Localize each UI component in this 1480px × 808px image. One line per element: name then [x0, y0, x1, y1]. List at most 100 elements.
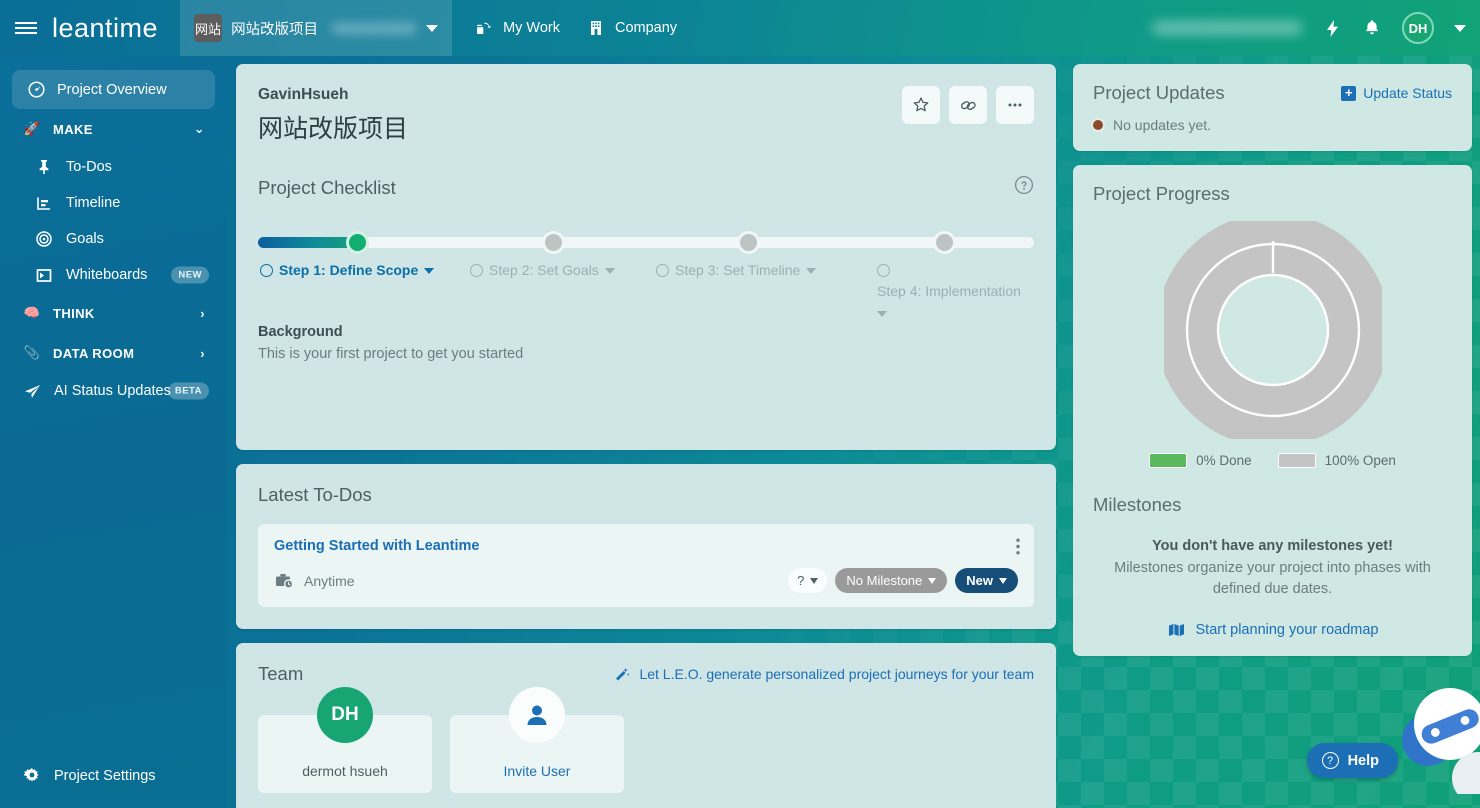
sidebar-group-data-room[interactable]: 📎 DATA ROOM › — [0, 333, 227, 373]
star-icon[interactable] — [902, 86, 940, 124]
gear-icon — [22, 768, 42, 784]
chevron-down-icon — [806, 268, 817, 274]
hero-actions — [902, 86, 1034, 124]
brand-logo[interactable]: leantime — [52, 0, 180, 56]
sidebar-item-whiteboards[interactable]: Whiteboards NEW — [0, 257, 227, 293]
sidebar-item-label: AI Status Updates — [54, 383, 171, 399]
invite-user-button[interactable]: Invite User — [450, 687, 624, 793]
sidebar-group-label: DATA ROOM — [53, 345, 135, 361]
avatar: DH — [317, 687, 373, 743]
sidebar-item-project-overview[interactable]: Project Overview — [12, 70, 215, 109]
checklist-node-4[interactable] — [933, 231, 956, 254]
project-progress-title: Project Progress — [1093, 183, 1230, 204]
todo-milestone-badge[interactable]: No Milestone — [835, 568, 948, 593]
user-menu-chevron-down-icon[interactable] — [1454, 24, 1466, 32]
checklist-step-1[interactable]: Step 1: Define Scope — [260, 262, 435, 278]
main-content: GavinHsueh 网站改版项目 Project Checklist Step… — [227, 56, 1480, 808]
leo-generate-link[interactable]: Let L.E.O. generate personalized project… — [612, 666, 1034, 682]
legend-label-done: 0% Done — [1196, 453, 1252, 468]
user-icon — [509, 687, 565, 743]
start-roadmap-link[interactable]: Start planning your roadmap — [1093, 622, 1452, 638]
todo-priority-badge[interactable]: ? — [788, 568, 828, 593]
nav-company-label: Company — [615, 20, 678, 36]
checklist-title: Project Checklist — [258, 176, 396, 198]
status-dot-icon — [1093, 120, 1103, 130]
latest-todos-title: Latest To-Dos — [258, 484, 372, 505]
sidebar-item-label: To-Dos — [66, 159, 112, 175]
milestones-empty: You don't have any milestones yet! Miles… — [1093, 538, 1452, 638]
whiteboard-icon — [34, 268, 54, 283]
chevron-down-icon[interactable] — [426, 24, 439, 32]
timeline-icon — [34, 196, 54, 211]
sidebar-item-ai-status-updates[interactable]: AI Status Updates BETA — [0, 373, 227, 409]
question-circle-icon[interactable] — [1014, 175, 1034, 200]
left-column: GavinHsueh 网站改版项目 Project Checklist Step… — [227, 64, 1065, 808]
top-bar: leantime 网站 网站改版项目 My Work Company DH — [0, 0, 1480, 56]
progress-track-bg — [258, 237, 1034, 248]
chevron-down-icon — [877, 311, 887, 317]
team-member[interactable]: DH dermot hsueh — [258, 687, 432, 793]
team-title: Team — [258, 663, 304, 684]
project-avatar: 网站 — [194, 14, 223, 42]
briefcase-clock-icon — [274, 572, 294, 589]
step-radio-icon — [470, 264, 483, 277]
update-status-button[interactable]: + Update Status — [1341, 85, 1452, 101]
kebab-icon[interactable] — [1016, 538, 1020, 555]
sidebar-group-make[interactable]: 🚀 MAKE ⌄ — [0, 109, 227, 149]
chevron-down-icon — [928, 577, 937, 584]
nav-my-work[interactable]: My Work — [474, 20, 560, 36]
sidebar-item-project-settings[interactable]: Project Settings — [0, 758, 227, 794]
milestones-empty-text: Milestones organize your project into ph… — [1114, 560, 1431, 598]
ellipsis-icon[interactable] — [996, 86, 1034, 124]
legend-item-open: 100% Open — [1277, 453, 1396, 468]
status-badge[interactable]: New — [955, 568, 1018, 593]
question-circle-icon: ? — [1321, 752, 1339, 769]
checklist-step-label: Step 4: Implementation — [877, 283, 1021, 299]
list-item[interactable]: Getting Started with Leantime Anytime ? — [258, 524, 1034, 607]
checklist-step-3[interactable]: Step 3: Set Timeline — [656, 262, 817, 278]
map-icon — [1167, 623, 1187, 637]
link-icon[interactable] — [949, 86, 987, 124]
checklist-step-4[interactable]: Step 4: Implementation — [877, 262, 1034, 317]
brand-label: leantime — [52, 12, 159, 43]
legend-label-open: 100% Open — [1324, 453, 1396, 468]
project-progress-body: Project Progress 0% Done 100% Open Miles… — [1073, 165, 1472, 656]
sidebar-item-to-dos[interactable]: To-Dos — [0, 149, 227, 185]
project-switcher[interactable]: 网站 网站改版项目 — [180, 0, 453, 56]
hamburger-icon[interactable] — [0, 0, 52, 56]
chevron-down-icon — [810, 577, 819, 584]
sidebar-item-label: Timeline — [66, 195, 121, 211]
checklist-step-label: Step 3: Set Timeline — [675, 262, 801, 278]
bell-icon[interactable] — [1362, 19, 1382, 37]
chat-bot-icon[interactable] — [1386, 682, 1480, 804]
checklist-node-1[interactable] — [346, 231, 369, 254]
step-radio-icon — [656, 264, 669, 277]
project-updates-body: Project Updates + Update Status No updat… — [1073, 64, 1472, 151]
avatar[interactable]: DH — [1402, 12, 1434, 44]
sidebar-item-goals[interactable]: Goals — [0, 221, 227, 257]
sidebar-item-timeline[interactable]: Timeline — [0, 185, 227, 221]
team-member-name: dermot hsueh — [302, 763, 388, 779]
sidebar-item-label: Whiteboards — [66, 267, 148, 283]
pin-icon — [34, 159, 54, 175]
checklist-step-label: Step 1: Define Scope — [279, 262, 419, 278]
update-status-label: Update Status — [1363, 85, 1452, 101]
legend-item-done: 0% Done — [1149, 453, 1252, 468]
nav-company[interactable]: Company — [586, 20, 677, 36]
sidebar-group-think[interactable]: 🧠 THINK › — [0, 293, 227, 333]
chevron-down-icon — [604, 268, 615, 274]
lightning-icon[interactable] — [1322, 19, 1342, 38]
plus-box-icon: + — [1341, 85, 1357, 101]
progress-track-fill — [258, 237, 358, 248]
checklist-node-2[interactable] — [542, 231, 565, 254]
top-bar-right: DH — [1152, 0, 1480, 56]
todo-title[interactable]: Getting Started with Leantime — [274, 538, 1018, 554]
help-button[interactable]: ? Help — [1306, 743, 1398, 778]
status-label: New — [966, 573, 993, 588]
checklist-step-2[interactable]: Step 2: Set Goals — [470, 262, 615, 278]
todo-meta: Anytime ? No Milestone New — [274, 568, 1018, 593]
invite-user-label: Invite User — [503, 763, 571, 779]
sidebar-group-label: THINK — [53, 305, 95, 321]
progress-donut-chart — [1093, 221, 1452, 439]
checklist-node-3[interactable] — [737, 231, 760, 254]
